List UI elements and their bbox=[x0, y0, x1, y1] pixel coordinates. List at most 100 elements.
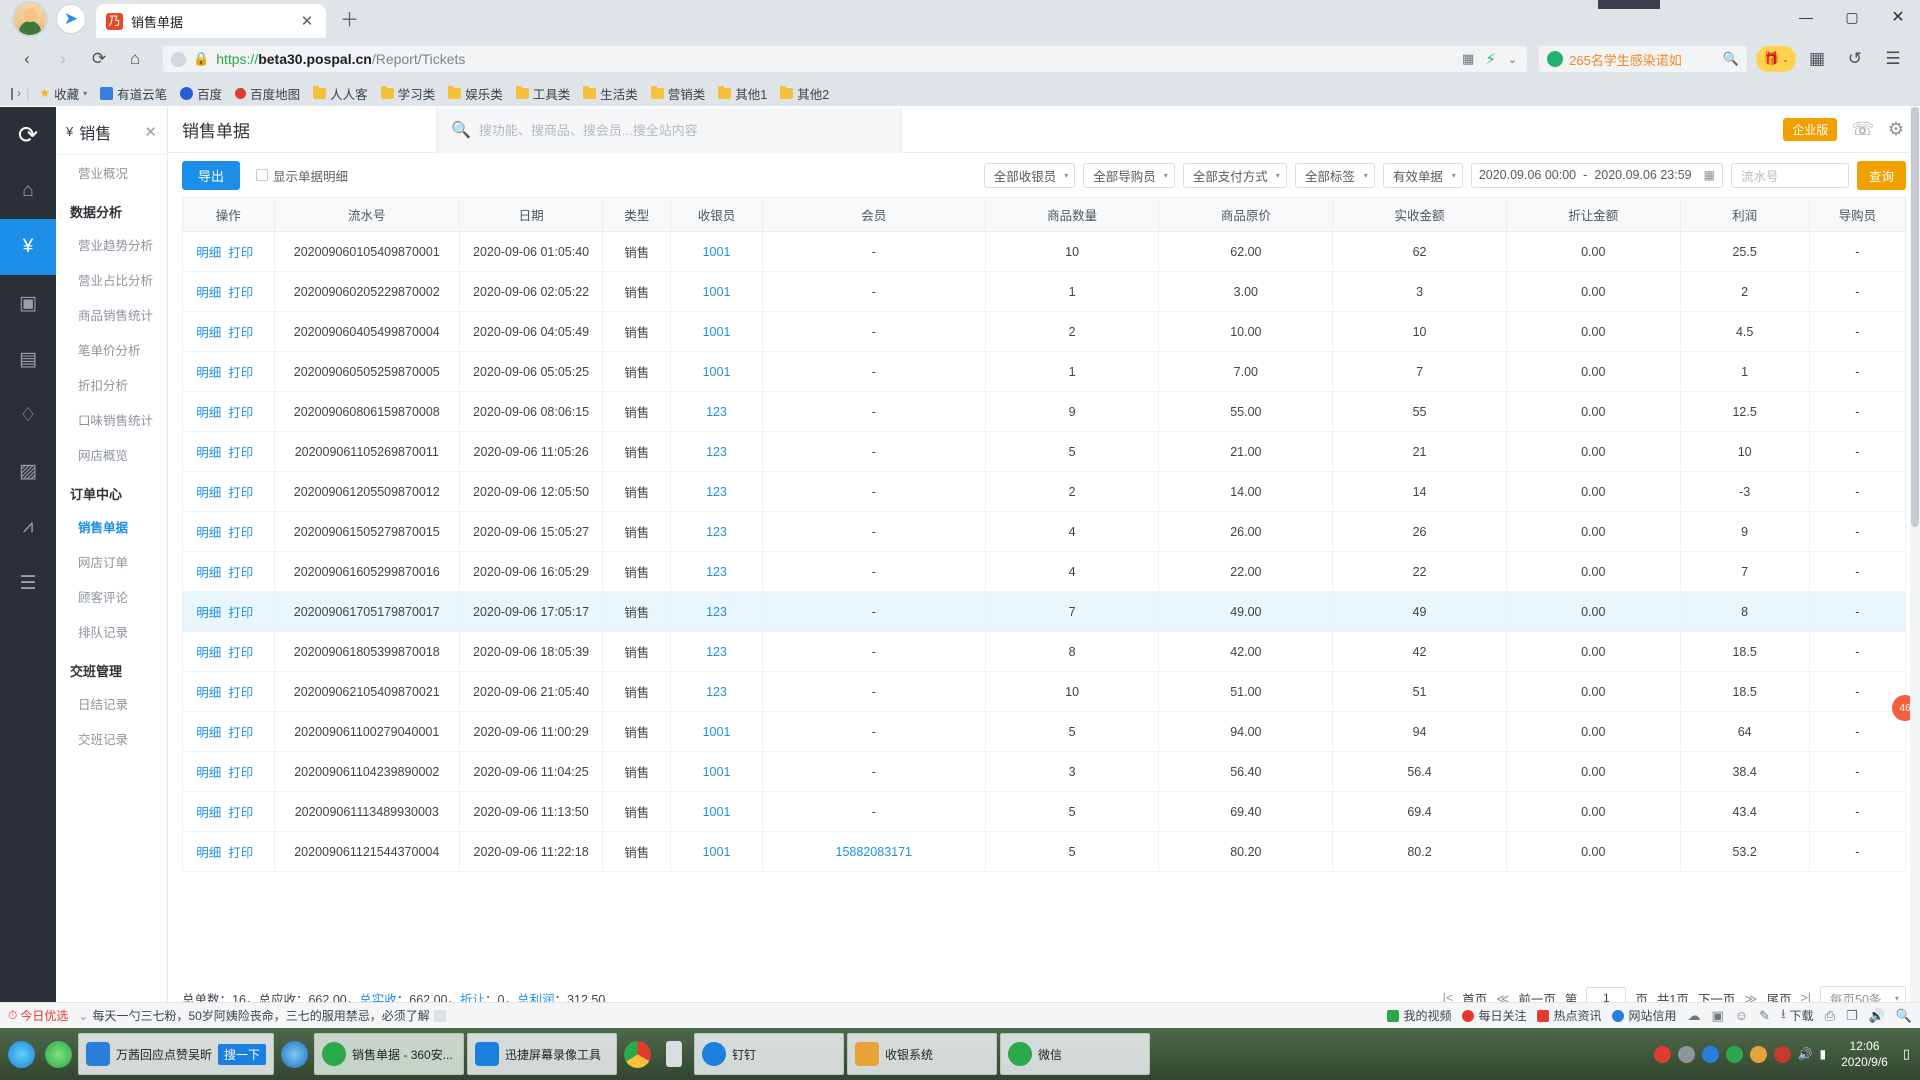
cashier-link[interactable]: 1001 bbox=[703, 245, 731, 259]
detail-link[interactable]: 明细 bbox=[196, 286, 221, 300]
cashier-link[interactable]: 123 bbox=[706, 485, 727, 499]
calendar-icon[interactable]: ▦ bbox=[1704, 168, 1715, 182]
gift-icon[interactable]: 🎁 ⌄ bbox=[1756, 46, 1796, 72]
bookmark-folder-other1[interactable]: 其他1 bbox=[713, 82, 772, 105]
sidebar-item-customer-reviews[interactable]: 顾客评论 bbox=[56, 579, 167, 614]
detail-link[interactable]: 明细 bbox=[196, 446, 221, 460]
table-row[interactable]: 明细 打印 202009060405499870004 2020-09-06 04:0… bbox=[182, 311, 1907, 352]
global-search[interactable]: 🔍 搜功能、搜商品、搜会员...搜全站内容 bbox=[436, 106, 902, 153]
table-row[interactable]: 明细 打印 202009061705179870017 2020-09-06 17:0… bbox=[182, 591, 1907, 632]
detail-link[interactable]: 明细 bbox=[196, 486, 221, 500]
window-minimize-button[interactable]: — bbox=[1784, 9, 1828, 25]
sidebar-item-product-sales[interactable]: 商品销售统计 bbox=[56, 297, 167, 332]
apps-icon[interactable]: ▦ bbox=[1800, 42, 1834, 76]
cashier-link[interactable]: 123 bbox=[706, 685, 727, 699]
show-detail-checkbox[interactable] bbox=[256, 169, 269, 181]
detail-link[interactable]: 明细 bbox=[196, 726, 221, 740]
tray-network-icon[interactable]: ▮ bbox=[1820, 1047, 1827, 1061]
detail-link[interactable]: 明细 bbox=[196, 566, 221, 580]
detail-link[interactable]: 明细 bbox=[196, 806, 221, 820]
search-icon[interactable]: 🔍 bbox=[1723, 51, 1739, 67]
cashier-link[interactable]: 123 bbox=[706, 645, 727, 659]
cashier-link[interactable]: 1001 bbox=[703, 365, 731, 379]
history-icon[interactable]: ↺ bbox=[1838, 42, 1872, 76]
quicklaunch-chrome[interactable] bbox=[620, 1032, 654, 1076]
sidebar-item-flavor-sales[interactable]: 口味销售统计 bbox=[56, 402, 167, 437]
scrollbar-thumb[interactable] bbox=[1911, 107, 1919, 527]
tray-360-icon[interactable] bbox=[1653, 1045, 1671, 1063]
taskbar-item-dingtalk[interactable]: 钉钉 bbox=[694, 1033, 845, 1075]
forward-icon[interactable]: › bbox=[46, 42, 80, 76]
daily-focus-item[interactable]: 每日关注 bbox=[1462, 1007, 1526, 1024]
table-row[interactable]: 明细 打印 202009061805399870018 2020-09-06 18:0… bbox=[182, 631, 1907, 672]
print-link[interactable]: 打印 bbox=[228, 766, 253, 780]
guide-select[interactable]: 全部导购员 ▾ bbox=[1083, 162, 1175, 188]
sidebar-item-ratio-analysis[interactable]: 营业占比分析 bbox=[56, 262, 167, 297]
sidebar-item-queue-records[interactable]: 排队记录 bbox=[56, 614, 167, 649]
rail-item-members-icon[interactable]: ▤ bbox=[0, 331, 56, 387]
sidebar-item-sales-tickets[interactable]: 销售单据 bbox=[56, 509, 167, 544]
print-link[interactable]: 打印 bbox=[228, 606, 253, 620]
taskbar-item-news[interactable]: 万茜回应点赞吴昕 搜一下 bbox=[78, 1033, 275, 1075]
window-close-button[interactable]: ✕ bbox=[1876, 7, 1920, 27]
weather-icon[interactable]: ☁ bbox=[1688, 1008, 1701, 1024]
app-logo-icon[interactable]: ⟳ bbox=[0, 107, 56, 163]
quicklaunch-phone[interactable] bbox=[657, 1032, 691, 1076]
table-row[interactable]: 明细 打印 202009060806159870008 2020-09-06 08:0… bbox=[182, 391, 1907, 432]
gear-icon[interactable]: ⚙ bbox=[1888, 119, 1904, 140]
new-tab-button[interactable]: ＋ bbox=[340, 5, 359, 32]
home-icon[interactable]: ⌂ bbox=[118, 42, 152, 76]
sidebar-item-online-store[interactable]: 网店概览 bbox=[56, 437, 167, 472]
rail-item-reports-icon[interactable]: ⩘ bbox=[0, 499, 56, 555]
emoji-icon[interactable]: ☺ bbox=[1735, 1008, 1748, 1023]
table-row[interactable]: 明细 打印 202009061113489930003 2020-09-06 11:1… bbox=[182, 791, 1907, 832]
cashier-link[interactable]: 123 bbox=[706, 605, 727, 619]
cashier-link[interactable]: 123 bbox=[706, 565, 727, 579]
sidebar-item-trend-analysis[interactable]: 营业趋势分析 bbox=[56, 227, 167, 262]
table-row[interactable]: 明细 打印 202009061100279040001 2020-09-06 11:0… bbox=[182, 711, 1907, 752]
address-bar[interactable]: 🔒 https://beta30.pospal.cn/Report/Ticket… bbox=[162, 45, 1529, 73]
window-maximize-button[interactable]: ▢ bbox=[1830, 9, 1874, 26]
show-desktop-icon[interactable]: ▯ bbox=[1903, 1046, 1910, 1062]
print-link[interactable]: 打印 bbox=[228, 686, 253, 700]
tray-input-icon[interactable] bbox=[1701, 1045, 1719, 1063]
table-row[interactable]: 明细 打印 202009061104239890002 2020-09-06 11:0… bbox=[182, 751, 1907, 792]
table-row[interactable]: 明细 打印 202009061205509870012 2020-09-06 12:0… bbox=[182, 471, 1907, 512]
search-chip[interactable]: 搜一下 bbox=[218, 1043, 267, 1065]
date-range-picker[interactable]: 2020.09.06 00:00 - 2020.09.06 23:59 ▦ bbox=[1470, 162, 1723, 188]
print-link[interactable]: 打印 bbox=[228, 846, 253, 860]
tray-help-icon[interactable] bbox=[1677, 1045, 1695, 1063]
detail-link[interactable]: 明细 bbox=[196, 326, 221, 340]
table-row[interactable]: 明细 打印 202009060505259870005 2020-09-06 05:0… bbox=[182, 351, 1907, 392]
support-icon[interactable]: ☏ bbox=[1851, 119, 1874, 140]
export-button[interactable]: 导出 bbox=[182, 160, 241, 190]
flow-number-input[interactable]: 流水号 bbox=[1730, 162, 1849, 188]
print-link[interactable]: 打印 bbox=[228, 366, 253, 380]
print-link[interactable]: 打印 bbox=[228, 646, 253, 660]
volume-icon[interactable]: 🔊 bbox=[1869, 1008, 1885, 1024]
show-detail-checkbox-wrap[interactable]: 显示单据明细 bbox=[256, 166, 348, 185]
bookmark-folder-other2[interactable]: 其他2 bbox=[775, 82, 834, 105]
detail-link[interactable]: 明细 bbox=[196, 846, 221, 860]
print-link[interactable]: 打印 bbox=[228, 406, 253, 420]
detail-link[interactable]: 明细 bbox=[196, 606, 221, 620]
table-row[interactable]: 明细 打印 202009060105409870001 2020-09-06 01:0… bbox=[182, 231, 1907, 272]
bookmark-folder-renren[interactable]: 人人客 bbox=[308, 82, 373, 105]
sidebar-item-daily-settlement[interactable]: 日结记录 bbox=[56, 686, 167, 721]
browser-logo-icon[interactable]: ➤ bbox=[56, 4, 86, 34]
sidebar-item-unit-price[interactable]: 笔单价分析 bbox=[56, 332, 167, 367]
rail-item-settings-icon[interactable]: ☰ bbox=[0, 555, 56, 611]
sidebar-item-discount-analysis[interactable]: 折扣分析 bbox=[56, 367, 167, 402]
tray-volume-icon[interactable]: 🔊 bbox=[1798, 1047, 1813, 1061]
table-row[interactable]: 明细 打印 202009061605299870016 2020-09-06 16:0… bbox=[182, 551, 1907, 592]
tab-close-icon[interactable]: ✕ bbox=[298, 12, 316, 30]
bookmark-item-baidu[interactable]: 百度 bbox=[175, 82, 227, 105]
member-link[interactable]: 15882083171 bbox=[836, 845, 912, 859]
news-headline-item[interactable]: ⌄ 每天一勺三七粉，50岁阿姨险丧命，三七的服用禁忌，必须了解 bbox=[78, 1007, 446, 1024]
rail-item-coupons-icon[interactable]: ▨ bbox=[0, 443, 56, 499]
bookmark-sidebar-icon[interactable]: ❙› bbox=[7, 86, 21, 100]
detail-link[interactable]: 明细 bbox=[196, 526, 221, 540]
bookmark-folder-tools[interactable]: 工具类 bbox=[511, 82, 576, 105]
print-link[interactable]: 打印 bbox=[228, 286, 253, 300]
sidebar-item-overview[interactable]: 营业概况 bbox=[56, 155, 167, 190]
